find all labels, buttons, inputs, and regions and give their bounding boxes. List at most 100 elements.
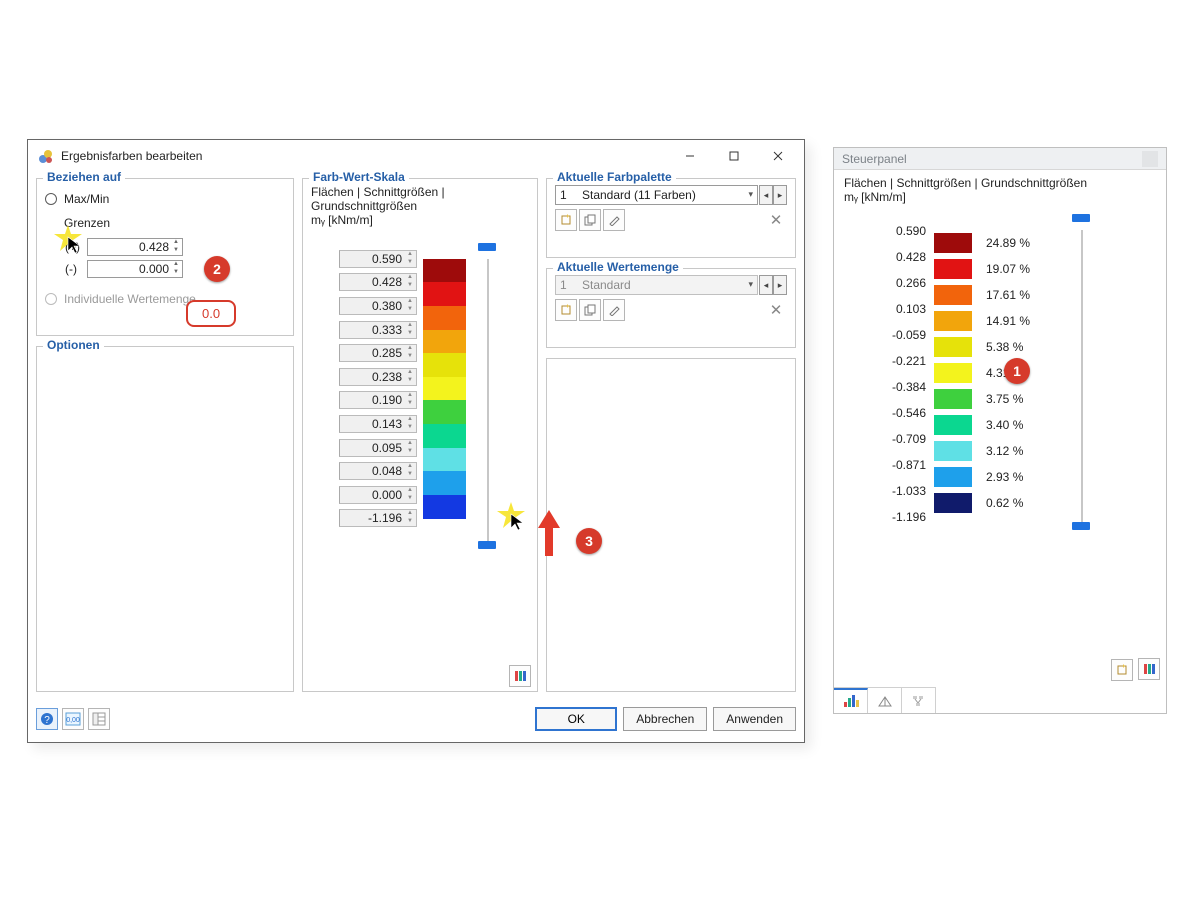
window-close-button[interactable] xyxy=(756,142,800,170)
scale-value-input[interactable]: 0.428▲▼ xyxy=(339,273,417,291)
panel-menu-button[interactable] xyxy=(1142,151,1158,167)
slider-track[interactable] xyxy=(487,259,489,545)
scale-value-stepper[interactable]: ▲▼ xyxy=(405,369,415,385)
legend-swatch xyxy=(934,415,972,435)
limit-plus-input[interactable]: 0.428 ▲▼ xyxy=(87,238,183,256)
limit-minus-input[interactable]: 0.000 ▲▼ xyxy=(87,260,183,278)
values-tool-button[interactable]: 0,00 xyxy=(62,708,84,730)
scale-value-input[interactable]: 0.590▲▼ xyxy=(339,250,417,268)
scale-value-input[interactable]: 0.238▲▼ xyxy=(339,368,417,386)
panel-palette-edit-button[interactable] xyxy=(1111,659,1133,681)
color-swatch[interactable] xyxy=(423,259,466,283)
color-swatch[interactable] xyxy=(423,495,466,519)
reset-scale-button[interactable] xyxy=(509,665,531,687)
scale-value-input[interactable]: 0.190▲▼ xyxy=(339,391,417,409)
legend-value: -0.709 xyxy=(874,432,934,446)
tab-tree[interactable] xyxy=(902,688,936,713)
panel-titlebar: Steuerpanel xyxy=(834,148,1166,170)
valueset-new-button[interactable] xyxy=(555,299,577,321)
scale-value-stepper[interactable]: ▲▼ xyxy=(405,392,415,408)
color-swatch[interactable] xyxy=(423,330,466,354)
scale-value-input[interactable]: 0.048▲▼ xyxy=(339,462,417,480)
tab-scale[interactable] xyxy=(868,688,902,713)
scale-value-input[interactable]: 0.143▲▼ xyxy=(339,415,417,433)
legend-percent: 0.62 % xyxy=(972,496,1032,510)
palette-copy-button[interactable] xyxy=(579,209,601,231)
panel-scale-button[interactable] xyxy=(1138,658,1160,680)
scale-value-input[interactable]: 0.285▲▼ xyxy=(339,344,417,362)
apply-button[interactable]: Anwenden xyxy=(713,707,796,731)
control-panel: Steuerpanel Flächen | Schnittgrößen | Gr… xyxy=(833,147,1167,714)
scale-value-stepper[interactable]: ▲▼ xyxy=(405,322,415,338)
scale-value-stepper[interactable]: ▲▼ xyxy=(405,440,415,456)
scale-value-stepper[interactable]: ▲▼ xyxy=(405,345,415,361)
panel-slider-bottom[interactable] xyxy=(1072,522,1090,530)
group-title-refer-to: Beziehen auf xyxy=(43,170,125,184)
palette-next-button[interactable]: ▸ xyxy=(773,185,787,205)
color-swatch[interactable] xyxy=(423,306,466,330)
radio-limits-row[interactable]: Grenzen xyxy=(45,213,285,233)
radio-maxmin-row[interactable]: Max/Min xyxy=(45,189,285,209)
color-swatch[interactable] xyxy=(423,471,466,495)
color-swatch[interactable] xyxy=(423,377,466,401)
palette-select[interactable]: 1 Standard (11 Farben) ▾ xyxy=(555,185,758,205)
dialog-edit-result-colors: Ergebnisfarben bearbeiten Beziehen auf M… xyxy=(27,139,805,743)
scale-value-stepper[interactable]: ▲▼ xyxy=(405,463,415,479)
scale-value-stepper[interactable]: ▲▼ xyxy=(405,298,415,314)
legend-value: 0.266 xyxy=(874,276,934,290)
color-swatch[interactable] xyxy=(423,400,466,424)
scale-value-input[interactable]: 0.000▲▼ xyxy=(339,486,417,504)
palette-prev-button[interactable]: ◂ xyxy=(759,185,773,205)
radio-maxmin[interactable] xyxy=(45,193,57,205)
limit-minus-value: 0.000 xyxy=(139,262,169,276)
color-swatch[interactable] xyxy=(423,448,466,472)
scale-value-input[interactable]: 0.095▲▼ xyxy=(339,439,417,457)
cancel-button[interactable]: Abbrechen xyxy=(623,707,707,731)
valueset-prev-button[interactable]: ◂ xyxy=(759,275,773,295)
group-title-palette: Aktuelle Farbpalette xyxy=(553,170,676,184)
group-current-palette: Aktuelle Farbpalette 1 Standard (11 Farb… xyxy=(546,178,796,258)
scale-value-stepper[interactable]: ▲▼ xyxy=(405,510,415,526)
color-swatch[interactable] xyxy=(423,282,466,306)
legend-percent: 5.38 % xyxy=(972,340,1032,354)
tab-colors[interactable] xyxy=(834,688,868,713)
slider-handle-bottom[interactable] xyxy=(478,541,496,549)
ok-button[interactable]: OK xyxy=(535,707,617,731)
panel-slider-top[interactable] xyxy=(1072,214,1090,222)
scale-value-input[interactable]: -1.196▲▼ xyxy=(339,509,417,527)
scale-value-stepper[interactable]: ▲▼ xyxy=(405,487,415,503)
limit-plus-stepper[interactable]: ▲▼ xyxy=(171,239,181,255)
scale-value-stepper[interactable]: ▲▼ xyxy=(405,251,415,267)
scale-value-stepper[interactable]: ▲▼ xyxy=(405,416,415,432)
legend-percent: 14.91 % xyxy=(972,314,1032,328)
window-minimize-button[interactable] xyxy=(668,142,712,170)
radio-individual-row: Individuelle Wertemenge xyxy=(45,289,285,309)
valueset-index: 1 xyxy=(560,278,582,292)
legend-value: -0.384 xyxy=(874,380,934,394)
valueset-edit-button[interactable] xyxy=(603,299,625,321)
valueset-copy-button[interactable] xyxy=(579,299,601,321)
legend-percent: 3.12 % xyxy=(972,444,1032,458)
legend-percent: 19.07 % xyxy=(972,262,1032,276)
legend-percent: 17.61 % xyxy=(972,288,1032,302)
list-tool-button[interactable] xyxy=(88,708,110,730)
palette-new-button[interactable] xyxy=(555,209,577,231)
group-refer-to: Beziehen auf Max/Min Grenzen (+) 0.428 ▲… xyxy=(36,178,294,336)
limit-minus-stepper[interactable]: ▲▼ xyxy=(171,261,181,277)
panel-slider-track[interactable] xyxy=(1081,230,1083,526)
color-swatch[interactable] xyxy=(423,353,466,377)
palette-edit-button[interactable] xyxy=(603,209,625,231)
valueset-next-button[interactable]: ▸ xyxy=(773,275,787,295)
scale-value-input[interactable]: 0.333▲▼ xyxy=(339,321,417,339)
color-swatch[interactable] xyxy=(423,424,466,448)
group-title-valueset: Aktuelle Wertemenge xyxy=(553,260,683,274)
window-maximize-button[interactable] xyxy=(712,142,756,170)
limit-plus-value: 0.428 xyxy=(139,240,169,254)
palette-delete-button[interactable]: ✕ xyxy=(765,209,787,231)
scale-value-stepper[interactable]: ▲▼ xyxy=(405,274,415,290)
scale-value-input[interactable]: 0.380▲▼ xyxy=(339,297,417,315)
valueset-delete-button[interactable]: ✕ xyxy=(765,299,787,321)
slider-handle-top[interactable] xyxy=(478,243,496,251)
help-button[interactable]: ? xyxy=(36,708,58,730)
group-title-color-scale: Farb-Wert-Skala xyxy=(309,170,409,184)
